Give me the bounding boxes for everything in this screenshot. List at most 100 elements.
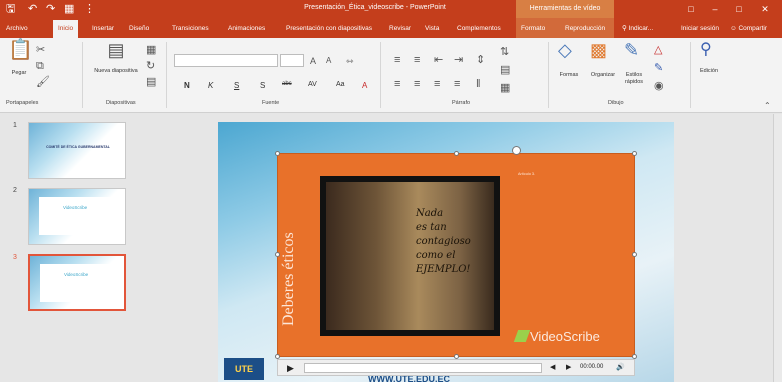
tab-playback[interactable]: Reproducción	[565, 22, 605, 36]
tell-me-search[interactable]: ⚲ Indicar...	[622, 22, 653, 36]
ribbon-display-icon[interactable]: □	[680, 1, 702, 17]
justify-icon[interactable]: ≡	[454, 78, 460, 90]
resize-handle[interactable]	[632, 252, 637, 257]
clear-format-icon[interactable]: ⇿	[346, 55, 354, 67]
shapes-label: Formas	[559, 72, 579, 78]
increase-font-icon[interactable]: A	[310, 55, 316, 67]
quote-line: contagioso	[416, 236, 471, 247]
align-text-icon[interactable]: ▤	[500, 64, 510, 76]
font-color-icon[interactable]: A	[362, 81, 367, 90]
redo-icon[interactable]: ↷	[46, 2, 55, 16]
resize-handle[interactable]	[275, 151, 280, 156]
tab-review[interactable]: Revisar	[389, 22, 411, 36]
slides-group-label: Diapositivas	[106, 100, 136, 106]
increase-indent-icon[interactable]: ⇥	[454, 54, 463, 66]
quick-styles-icon[interactable]: ✎	[624, 41, 639, 59]
resize-handle[interactable]	[632, 151, 637, 156]
play-icon[interactable]: ▶	[287, 363, 294, 374]
separator	[82, 42, 83, 108]
change-case-icon[interactable]: Aa	[336, 81, 345, 88]
underline-button[interactable]: S	[234, 81, 239, 90]
video-object[interactable]: Deberes éticos Nada es tan contagioso co…	[275, 146, 637, 359]
vertical-scrollbar[interactable]	[773, 114, 782, 382]
line-spacing-icon[interactable]: ⇕	[476, 54, 485, 66]
tab-view[interactable]: Vista	[425, 22, 439, 36]
italic-button[interactable]: K	[208, 81, 213, 90]
tell-me-label: Indicar...	[628, 25, 654, 32]
undo-icon[interactable]: ↶	[28, 2, 37, 16]
tab-home[interactable]: Inicio	[53, 20, 79, 38]
rotate-handle[interactable]	[512, 146, 521, 155]
font-group-label: Fuente	[262, 100, 280, 106]
shadow-button[interactable]: S	[260, 81, 265, 90]
find-icon[interactable]: ⚲	[700, 42, 712, 58]
slide-thumbnail-2[interactable]: VideoScribe	[28, 188, 126, 245]
slide-thumbnail-1[interactable]: COMITÉ DE ÉTICA GUBERNAMENTAL	[28, 122, 126, 179]
resize-handle[interactable]	[454, 151, 459, 156]
current-slide[interactable]: UTE WWW.UTE.EDU.EC Deberes éticos Nada e…	[218, 122, 674, 382]
cut-icon[interactable]: ✂	[36, 44, 45, 56]
save-icon[interactable]: 🖫	[6, 2, 15, 16]
signin-link[interactable]: Iniciar sesión	[681, 22, 719, 36]
ribbon-tabs: Archivo Inicio Insertar Diseño Transicio…	[0, 18, 782, 38]
section-icon[interactable]: ▤	[146, 76, 156, 88]
columns-icon[interactable]: ‖	[476, 78, 481, 90]
copy-icon[interactable]: ⧉	[36, 60, 44, 72]
tab-insert[interactable]: Insertar	[92, 22, 114, 36]
paste-label: Pegar	[11, 70, 27, 76]
numbering-icon[interactable]: ≡	[414, 54, 420, 66]
shape-outline-icon[interactable]: ✎	[654, 62, 663, 74]
decrease-indent-icon[interactable]: ⇤	[434, 54, 443, 66]
tab-format[interactable]: Formato	[521, 22, 545, 36]
thumb-logo: VideoScribe	[63, 205, 88, 210]
tab-addins[interactable]: Complementos	[457, 22, 501, 36]
thumb-content	[40, 264, 118, 302]
start-from-beginning-icon[interactable]: ▦	[64, 2, 74, 16]
tab-slideshow[interactable]: Presentación con diapositivas	[286, 22, 372, 36]
step-forward-icon[interactable]: ▶	[566, 363, 571, 371]
title-bar: 🖫 ↶ ↷ ▦ ⋮ Presentación_Ética_videoscribe…	[0, 0, 782, 18]
video-playback-bar: ▶ ◀ ▶ 00:00.00 🔊	[277, 359, 635, 376]
tab-file[interactable]: Archivo	[6, 22, 28, 36]
maximize-button[interactable]: □	[728, 1, 750, 17]
align-center-icon[interactable]: ≡	[414, 78, 420, 90]
shape-effects-icon[interactable]: ◉	[654, 80, 664, 92]
separator	[380, 42, 381, 108]
customize-quick-access-icon[interactable]: ⋮	[84, 2, 95, 16]
bullets-icon[interactable]: ≡	[394, 54, 400, 66]
char-spacing-icon[interactable]: AV	[308, 81, 317, 88]
layout-icon[interactable]: ▦	[146, 44, 156, 56]
tab-animations[interactable]: Animaciones	[228, 22, 265, 36]
editing-label[interactable]: Edición	[694, 68, 724, 74]
share-button[interactable]: ☺ Compartir	[730, 22, 767, 36]
arrange-icon[interactable]: ▩	[590, 41, 607, 59]
volume-icon[interactable]: 🔊	[616, 363, 625, 371]
slide-thumbnail-3[interactable]: VideoScribe	[28, 254, 126, 311]
tab-design[interactable]: Diseño	[129, 22, 149, 36]
smartart-icon[interactable]: ▦	[500, 82, 510, 94]
format-painter-icon[interactable]: 🖌	[36, 76, 50, 88]
paste-icon[interactable]: 📋	[8, 40, 33, 70]
ute-logo: UTE	[224, 358, 264, 380]
align-left-icon[interactable]: ≡	[394, 78, 400, 90]
reset-icon[interactable]: ↻	[146, 60, 155, 72]
timecode: 00:00.00	[580, 364, 604, 370]
tab-transitions[interactable]: Transiciones	[172, 22, 209, 36]
strikethrough-button[interactable]: abc	[282, 81, 292, 87]
resize-handle[interactable]	[275, 252, 280, 257]
shape-fill-icon[interactable]: △	[654, 44, 662, 56]
new-slide-icon[interactable]: ▤	[104, 41, 128, 64]
text-direction-icon[interactable]: ⇅	[500, 46, 509, 58]
font-name-input[interactable]	[174, 54, 278, 67]
minimize-button[interactable]: –	[704, 1, 726, 17]
seek-bar[interactable]	[304, 363, 542, 373]
videoscribe-mark-icon	[513, 330, 531, 342]
close-button[interactable]: ✕	[754, 1, 776, 17]
align-right-icon[interactable]: ≡	[434, 78, 440, 90]
collapse-ribbon-icon[interactable]: ⌃	[764, 100, 771, 112]
shapes-icon[interactable]: ◇	[558, 41, 572, 59]
step-back-icon[interactable]: ◀	[550, 363, 555, 371]
decrease-font-icon[interactable]: A	[326, 55, 331, 67]
bold-button[interactable]: N	[184, 81, 190, 90]
font-size-input[interactable]	[280, 54, 304, 67]
